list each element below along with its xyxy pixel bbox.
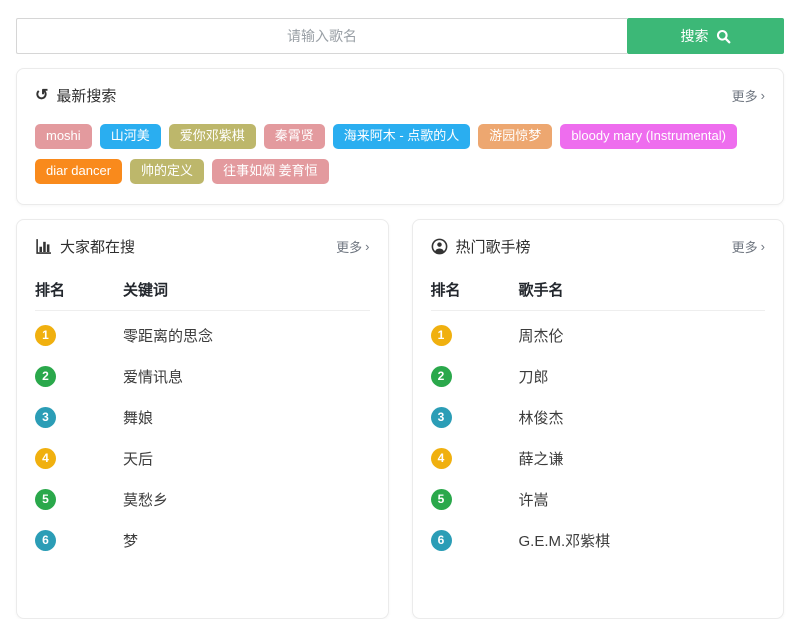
bar-chart-icon: [35, 238, 52, 255]
singer-row[interactable]: 5 许嵩: [431, 479, 766, 520]
search-tag[interactable]: moshi: [35, 124, 92, 149]
rank-badge: 1: [431, 325, 452, 346]
latest-search-header: ↺ 最新搜索 更多 ›: [35, 85, 765, 106]
search-tag[interactable]: 海来阿木 - 点歌的人: [333, 124, 471, 149]
hot-singers-title: 热门歌手榜: [456, 236, 531, 257]
search-tag[interactable]: 往事如烟 姜育恒: [212, 159, 329, 184]
rank-cell: 2: [35, 366, 123, 387]
rank-badge: 2: [35, 366, 56, 387]
more-label: 更多: [732, 86, 758, 105]
rank-column-header: 排名: [431, 279, 519, 300]
rank-column-header: 排名: [35, 279, 123, 300]
hot-keywords-list: 1 零距离的思念 2 爱情讯息 3 舞娘 4 天后 5 莫愁乡 6 梦: [35, 311, 370, 561]
keyword-text: 莫愁乡: [123, 489, 168, 510]
search-tag[interactable]: bloody mary (Instrumental): [560, 124, 737, 149]
search-bar: 搜索: [16, 18, 784, 54]
chevron-right-icon: ›: [761, 239, 765, 254]
rank-cell: 3: [35, 407, 123, 428]
rank-badge: 2: [431, 366, 452, 387]
search-button[interactable]: 搜索: [627, 18, 784, 54]
rank-badge: 5: [431, 489, 452, 510]
search-tag[interactable]: 山河美: [100, 124, 161, 149]
rank-badge: 5: [35, 489, 56, 510]
singer-text: 周杰伦: [519, 325, 564, 346]
rank-badge: 4: [35, 448, 56, 469]
keyword-row[interactable]: 1 零距离的思念: [35, 315, 370, 356]
singer-text: G.E.M.邓紫棋: [519, 530, 611, 551]
singer-text: 林俊杰: [519, 407, 564, 428]
search-tag[interactable]: 游园惊梦: [478, 124, 552, 149]
rank-cell: 6: [431, 530, 519, 551]
hot-singers-header: 热门歌手榜 更多 ›: [431, 236, 766, 257]
hot-keywords-title: 大家都在搜: [60, 236, 135, 257]
keyword-column-header: 关键词: [123, 279, 168, 300]
keyword-text: 天后: [123, 448, 153, 469]
hot-keywords-panel: 大家都在搜 更多 › 排名 关键词 1 零距离的思念 2 爱情讯息 3 舞娘: [16, 219, 389, 619]
latest-search-more-link[interactable]: 更多 ›: [732, 86, 765, 105]
search-button-label: 搜索: [681, 26, 709, 46]
keyword-row[interactable]: 4 天后: [35, 438, 370, 479]
rank-cell: 6: [35, 530, 123, 551]
singer-row[interactable]: 6 G.E.M.邓紫棋: [431, 520, 766, 561]
ranking-panels: 大家都在搜 更多 › 排名 关键词 1 零距离的思念 2 爱情讯息 3 舞娘: [16, 219, 784, 619]
singer-text: 刀郎: [519, 366, 549, 387]
keyword-text: 舞娘: [123, 407, 153, 428]
latest-search-tags: moshi 山河美 爱你邓紫棋 秦霄贤 海来阿木 - 点歌的人 游园惊梦 blo…: [35, 124, 765, 184]
rank-cell: 1: [35, 325, 123, 346]
hot-keywords-title-group: 大家都在搜: [35, 236, 135, 257]
rank-cell: 4: [35, 448, 123, 469]
hot-singers-more-link[interactable]: 更多 ›: [732, 237, 765, 256]
singer-row[interactable]: 4 薛之谦: [431, 438, 766, 479]
hot-singers-title-group: 热门歌手榜: [431, 236, 531, 257]
rank-badge: 1: [35, 325, 56, 346]
keyword-text: 零距离的思念: [123, 325, 213, 346]
singer-row[interactable]: 2 刀郎: [431, 356, 766, 397]
chevron-right-icon: ›: [365, 239, 369, 254]
rank-cell: 2: [431, 366, 519, 387]
rank-badge: 4: [431, 448, 452, 469]
search-icon: [716, 29, 731, 44]
latest-search-title: 最新搜索: [56, 85, 116, 106]
rank-cell: 5: [35, 489, 123, 510]
hot-keywords-header: 大家都在搜 更多 ›: [35, 236, 370, 257]
latest-search-card: ↺ 最新搜索 更多 › moshi 山河美 爱你邓紫棋 秦霄贤 海来阿木 - 点…: [16, 68, 784, 205]
search-tag[interactable]: 秦霄贤: [264, 124, 325, 149]
history-icon: ↺: [35, 88, 48, 104]
keyword-text: 爱情讯息: [123, 366, 183, 387]
user-circle-icon: [431, 238, 448, 255]
keyword-row[interactable]: 5 莫愁乡: [35, 479, 370, 520]
rank-badge: 3: [431, 407, 452, 428]
chevron-right-icon: ›: [761, 88, 765, 103]
singer-row[interactable]: 1 周杰伦: [431, 315, 766, 356]
hot-singers-panel: 热门歌手榜 更多 › 排名 歌手名 1 周杰伦 2 刀郎 3 林俊杰: [412, 219, 785, 619]
rank-cell: 4: [431, 448, 519, 469]
hot-singers-column-headers: 排名 歌手名: [431, 257, 766, 311]
rank-badge: 6: [35, 530, 56, 551]
rank-cell: 3: [431, 407, 519, 428]
more-label: 更多: [336, 237, 362, 256]
hot-keywords-column-headers: 排名 关键词: [35, 257, 370, 311]
keyword-text: 梦: [123, 530, 138, 551]
hot-singers-list: 1 周杰伦 2 刀郎 3 林俊杰 4 薛之谦 5 许嵩 6 G.E.M.邓紫棋: [431, 311, 766, 561]
keyword-row[interactable]: 2 爱情讯息: [35, 356, 370, 397]
search-tag[interactable]: diar dancer: [35, 159, 122, 184]
singer-text: 许嵩: [519, 489, 549, 510]
search-tag[interactable]: 爱你邓紫棋: [169, 124, 256, 149]
rank-cell: 1: [431, 325, 519, 346]
singer-row[interactable]: 3 林俊杰: [431, 397, 766, 438]
latest-search-title-group: ↺ 最新搜索: [35, 85, 116, 106]
rank-badge: 3: [35, 407, 56, 428]
rank-badge: 6: [431, 530, 452, 551]
more-label: 更多: [732, 237, 758, 256]
search-input[interactable]: [16, 18, 627, 54]
keyword-row[interactable]: 6 梦: [35, 520, 370, 561]
singer-text: 薛之谦: [519, 448, 564, 469]
keyword-row[interactable]: 3 舞娘: [35, 397, 370, 438]
singer-column-header: 歌手名: [519, 279, 564, 300]
search-tag[interactable]: 帅的定义: [130, 159, 204, 184]
hot-keywords-more-link[interactable]: 更多 ›: [336, 237, 369, 256]
rank-cell: 5: [431, 489, 519, 510]
